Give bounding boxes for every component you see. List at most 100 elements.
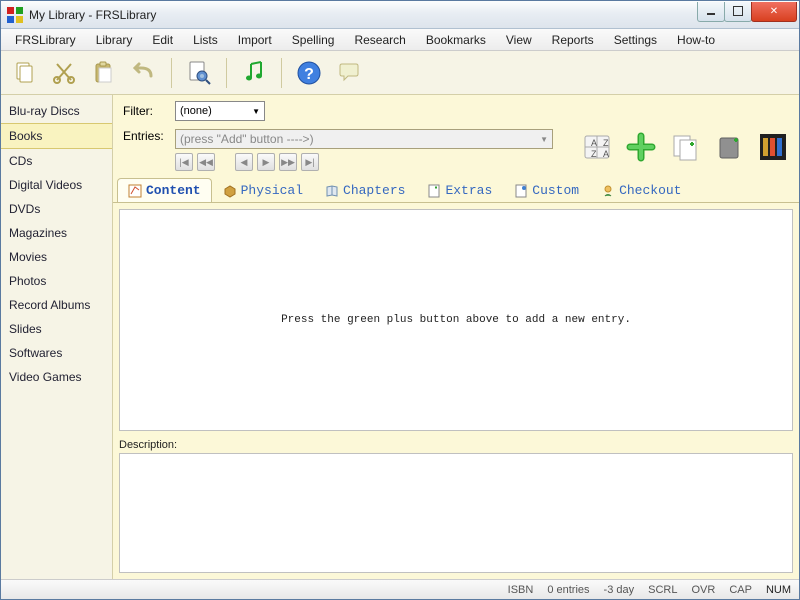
tab-label: Checkout (619, 183, 681, 198)
tab-label: Physical (241, 183, 303, 198)
maximize-button[interactable] (724, 2, 752, 22)
sidebar-item-slides[interactable]: Slides (1, 317, 112, 341)
entries-control: (press "Add" button ---->) ▼ |◀ ◀◀ ◀ ▶ ▶… (175, 129, 553, 171)
tab-extras[interactable]: Extras (416, 178, 503, 202)
nav-last-button[interactable]: ▶| (301, 153, 319, 171)
menu-how-to[interactable]: How-to (667, 31, 725, 49)
toolbar: ? (1, 51, 799, 95)
menu-import[interactable]: Import (228, 31, 282, 49)
tab-content[interactable]: Content (117, 178, 212, 202)
physical-icon (223, 184, 237, 198)
sidebar-item-record-albums[interactable]: Record Albums (1, 293, 112, 317)
entries-label: Entries: (123, 129, 167, 143)
sidebar-item-movies[interactable]: Movies (1, 245, 112, 269)
sidebar-item-digital-videos[interactable]: Digital Videos (1, 173, 112, 197)
menu-frslibrary[interactable]: FRSLibrary (5, 31, 86, 49)
titlebar: My Library - FRSLibrary (1, 1, 799, 29)
copy-button[interactable] (7, 56, 41, 90)
library-button[interactable] (757, 131, 789, 163)
app-window: My Library - FRSLibrary FRSLibraryLibrar… (0, 0, 800, 600)
music-button[interactable] (237, 56, 271, 90)
comment-button[interactable] (332, 56, 366, 90)
statusbar: ISBN 0 entries -3 day SCRL OVR CAP NUM (1, 579, 799, 599)
sidebar-item-magazines[interactable]: Magazines (1, 221, 112, 245)
menu-library[interactable]: Library (86, 31, 143, 49)
duplicate-button[interactable] (669, 131, 701, 163)
sidebar: Blu-ray DiscsBooksCDsDigital VideosDVDsM… (1, 95, 113, 579)
nav-next-button[interactable]: ▶ (257, 153, 275, 171)
sidebar-item-softwares[interactable]: Softwares (1, 341, 112, 365)
custom-icon (514, 184, 528, 198)
sidebar-item-cds[interactable]: CDs (1, 149, 112, 173)
chevron-down-icon: ▼ (540, 135, 548, 144)
menu-research[interactable]: Research (344, 31, 415, 49)
cut-button[interactable] (47, 56, 81, 90)
tab-label: Chapters (343, 183, 405, 198)
status-cap: CAP (727, 584, 754, 596)
new-folder-button[interactable] (713, 131, 745, 163)
menu-spelling[interactable]: Spelling (282, 31, 345, 49)
menu-settings[interactable]: Settings (604, 31, 667, 49)
filter-label: Filter: (123, 104, 167, 118)
entries-placeholder: (press "Add" button ---->) (180, 132, 314, 146)
body: Blu-ray DiscsBooksCDsDigital VideosDVDsM… (1, 95, 799, 579)
nav-next-page-button[interactable]: ▶▶ (279, 153, 297, 171)
close-button[interactable] (751, 2, 797, 22)
toolbar-separator (171, 58, 172, 88)
undo-button[interactable] (127, 56, 161, 90)
filter-row: Filter: (none) ▼ (113, 95, 799, 127)
entries-combo[interactable]: (press "Add" button ---->) ▼ (175, 129, 553, 149)
status-scrl: SCRL (646, 584, 679, 596)
menu-bookmarks[interactable]: Bookmarks (416, 31, 496, 49)
add-button[interactable] (625, 131, 657, 163)
tab-physical[interactable]: Physical (212, 178, 314, 202)
menu-lists[interactable]: Lists (183, 31, 228, 49)
minimize-button[interactable] (697, 2, 725, 22)
status-count: 0 entries (545, 584, 591, 596)
tab-chapters[interactable]: Chapters (314, 178, 416, 202)
sidebar-item-dvds[interactable]: DVDs (1, 197, 112, 221)
menu-edit[interactable]: Edit (142, 31, 183, 49)
nav-prev-button[interactable]: ◀ (235, 153, 253, 171)
filter-combo[interactable]: (none) ▼ (175, 101, 265, 121)
nav-buttons: |◀ ◀◀ ◀ ▶ ▶▶ ▶| (175, 153, 553, 171)
window-controls (698, 2, 797, 22)
description-textbox[interactable] (119, 453, 793, 573)
extras-icon (427, 184, 441, 198)
sidebar-item-video-games[interactable]: Video Games (1, 365, 112, 389)
tab-label: Custom (532, 183, 579, 198)
tab-label: Content (146, 183, 201, 198)
menu-view[interactable]: View (496, 31, 542, 49)
tab-checkout[interactable]: Checkout (590, 178, 692, 202)
status-isbn: ISBN (506, 584, 536, 596)
toolbar-separator (281, 58, 282, 88)
status-ovr: OVR (689, 584, 717, 596)
nav-first-button[interactable]: |◀ (175, 153, 193, 171)
menu-reports[interactable]: Reports (542, 31, 604, 49)
help-button[interactable]: ? (292, 56, 326, 90)
search-page-button[interactable] (182, 56, 216, 90)
sidebar-item-blu-ray-discs[interactable]: Blu-ray Discs (1, 99, 112, 123)
content-icon (128, 184, 142, 198)
nav-prev-page-button[interactable]: ◀◀ (197, 153, 215, 171)
sidebar-item-books[interactable]: Books (1, 123, 112, 149)
window-title: My Library - FRSLibrary (29, 8, 698, 22)
action-buttons: AZZA (561, 129, 789, 163)
chapters-icon (325, 184, 339, 198)
description-area: Description: (119, 437, 793, 573)
tab-custom[interactable]: Custom (503, 178, 590, 202)
main-panel: Filter: (none) ▼ Entries: (press "Add" b… (113, 95, 799, 579)
menubar: FRSLibraryLibraryEditListsImportSpelling… (1, 29, 799, 51)
sort-button[interactable]: AZZA (581, 131, 613, 163)
status-day: -3 day (602, 584, 637, 596)
entries-row: Entries: (press "Add" button ---->) ▼ |◀… (113, 127, 799, 177)
tab-label: Extras (445, 183, 492, 198)
paste-button[interactable] (87, 56, 121, 90)
toolbar-separator (226, 58, 227, 88)
app-icon (7, 7, 23, 23)
description-label: Description: (119, 437, 793, 453)
sidebar-item-photos[interactable]: Photos (1, 269, 112, 293)
content-pane: Press the green plus button above to add… (119, 209, 793, 431)
svg-text:?: ? (304, 66, 314, 83)
checkout-icon (601, 184, 615, 198)
